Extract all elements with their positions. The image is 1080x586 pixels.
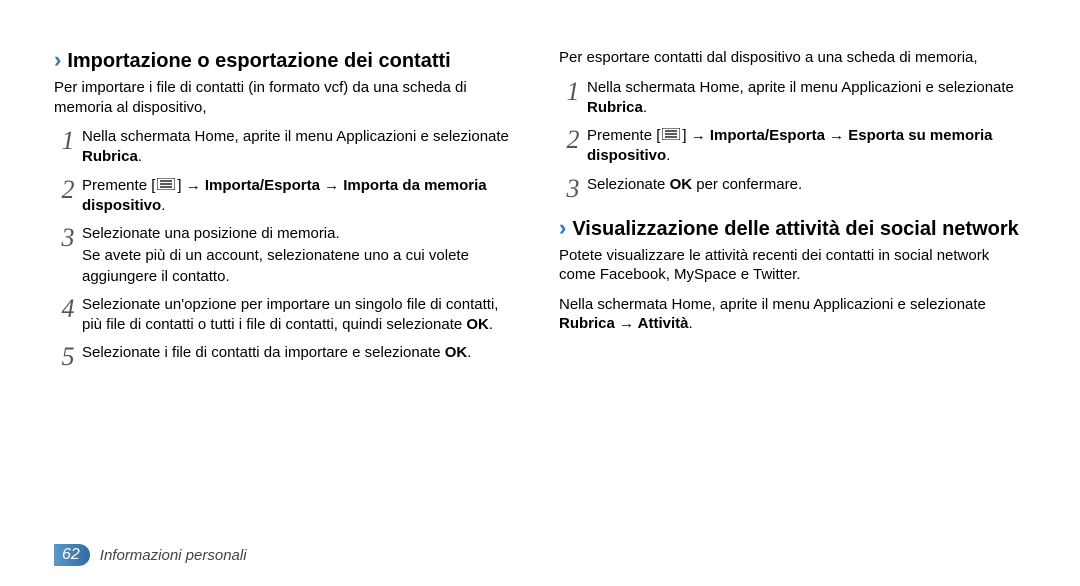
step-body: Selezionate OK per confermare.: [587, 175, 802, 202]
step-body: Nella schermata Home, aprite il menu App…: [587, 78, 1026, 119]
right-column: Per esportare contatti dal dispositivo a…: [559, 48, 1026, 378]
chevron-icon: ›: [559, 217, 566, 239]
step-item: 2 Premente [] → Importa/Esporta → Esport…: [559, 126, 1026, 167]
step-item: 2 Premente [] → Importa/Esporta → Import…: [54, 176, 521, 217]
menu-icon: [662, 126, 680, 146]
heading-text: Importazione o esportazione dei contatti: [67, 48, 450, 74]
page-number: 62: [54, 544, 90, 566]
step-number: 2: [54, 176, 82, 217]
step-body: Nella schermata Home, aprite il menu App…: [82, 127, 521, 168]
intro-text: Per esportare contatti dal dispositivo a…: [559, 48, 1026, 68]
step-number: 1: [559, 78, 587, 119]
step-item: 3 Selezionate OK per confermare.: [559, 175, 1026, 202]
step-item: 1 Nella schermata Home, aprite il menu A…: [559, 78, 1026, 119]
section-heading-import-export: › Importazione o esportazione dei contat…: [54, 48, 521, 74]
step-item: 3 Selezionate una posizione di memoria. …: [54, 224, 521, 287]
step-item: 4 Selezionate un'opzione per importare u…: [54, 295, 521, 336]
step-item: 5 Selezionate i file di contatti da impo…: [54, 343, 521, 370]
step-number: 2: [559, 126, 587, 167]
step-item: 1 Nella schermata Home, aprite il menu A…: [54, 127, 521, 168]
step-number: 5: [54, 343, 82, 370]
step-body: Selezionate un'opzione per importare un …: [82, 295, 521, 336]
paragraph: Nella schermata Home, aprite il menu App…: [559, 295, 1026, 334]
left-column: › Importazione o esportazione dei contat…: [54, 48, 521, 378]
step-body: Premente [] → Importa/Esporta → Esporta …: [587, 126, 1026, 167]
step-number: 3: [54, 224, 82, 287]
paragraph: Potete visualizzare le attività recenti …: [559, 246, 1026, 285]
steps-list-left: 1 Nella schermata Home, aprite il menu A…: [54, 127, 521, 370]
heading-text: Visualizzazione delle attività dei socia…: [572, 216, 1018, 242]
step-body: Selezionate una posizione di memoria. Se…: [82, 224, 521, 287]
steps-list-right: 1 Nella schermata Home, aprite il menu A…: [559, 78, 1026, 202]
step-body: Selezionate i file di contatti da import…: [82, 343, 471, 370]
intro-text: Per importare i file di contatti (in for…: [54, 78, 521, 117]
section-heading-social: › Visualizzazione delle attività dei soc…: [559, 216, 1026, 242]
menu-icon: [157, 176, 175, 196]
footer-section-name: Informazioni personali: [100, 547, 247, 564]
step-number: 4: [54, 295, 82, 336]
chevron-icon: ›: [54, 49, 61, 71]
step-number: 3: [559, 175, 587, 202]
page-footer: 62 Informazioni personali: [54, 544, 247, 566]
step-number: 1: [54, 127, 82, 168]
step-body: Premente [] → Importa/Esporta → Importa …: [82, 176, 521, 217]
